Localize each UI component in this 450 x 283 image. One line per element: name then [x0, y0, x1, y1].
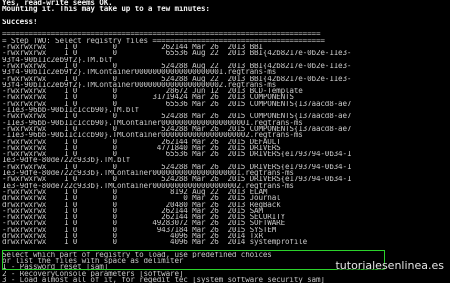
terminal-output: Yes, read-write seems OK. Mounting it. Th… — [2, 0, 448, 283]
terminal-window[interactable]: Yes, read-write seems OK. Mounting it. Th… — [0, 0, 450, 283]
watermark: tutorialesenlinea.es — [335, 259, 444, 272]
terminal-line: 3 - Load almost all of it, for regedit t… — [2, 277, 325, 283]
menu-options-highlight — [2, 250, 385, 270]
